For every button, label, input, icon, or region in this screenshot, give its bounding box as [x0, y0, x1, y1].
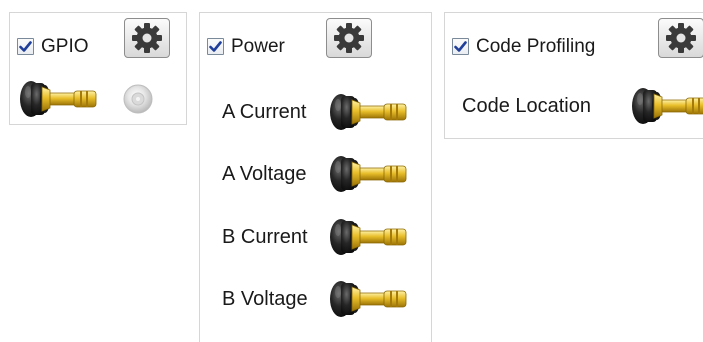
gpio-header: GPIO	[17, 26, 89, 66]
power-header: Power	[207, 26, 285, 66]
power-channel-row: A Voltage	[222, 153, 412, 195]
checkmark-icon	[454, 40, 467, 53]
probe-connector-icon[interactable]	[16, 78, 102, 120]
code-profiling-title: Code Profiling	[476, 35, 596, 57]
code-profiling-settings-button[interactable]	[658, 18, 703, 58]
gpio-probe-row	[16, 78, 102, 120]
power-channel-label: A Current	[222, 100, 307, 123]
power-enable-checkbox[interactable]	[207, 37, 224, 55]
gpio-settings-button[interactable]	[124, 18, 170, 58]
gear-icon	[664, 21, 698, 55]
checkmark-icon	[209, 40, 222, 53]
power-channel-label: A Voltage	[222, 162, 307, 185]
gear-icon	[332, 21, 366, 55]
code-profiling-channel-row: Code Location	[462, 85, 703, 127]
probe-connector-icon[interactable]	[326, 216, 412, 258]
power-title: Power	[231, 35, 285, 57]
gpio-panel: GPIO	[9, 12, 187, 125]
code-profiling-enable-checkbox[interactable]	[452, 37, 469, 55]
probe-connector-icon[interactable]	[326, 278, 412, 320]
checkmark-icon	[19, 40, 32, 53]
power-channel-row: B Voltage	[222, 278, 412, 320]
code-location-label: Code Location	[462, 94, 591, 117]
power-panel: Power A Current A Voltage B Current B Vo…	[199, 12, 432, 342]
gpio-enable-checkbox[interactable]	[17, 37, 34, 55]
power-channel-row: A Current	[222, 91, 412, 133]
gear-icon	[130, 21, 164, 55]
probe-connector-icon[interactable]	[628, 85, 703, 127]
led-indicator-icon	[123, 84, 153, 114]
probe-connector-icon[interactable]	[326, 153, 412, 195]
code-profiling-header: Code Profiling	[452, 26, 595, 66]
power-settings-button[interactable]	[326, 18, 372, 58]
power-channel-row: B Current	[222, 216, 412, 258]
power-channel-label: B Current	[222, 225, 308, 248]
power-channel-label: B Voltage	[222, 287, 308, 310]
gpio-title: GPIO	[41, 35, 89, 57]
code-profiling-panel: Code Profiling Code Location	[444, 12, 703, 139]
probe-connector-icon[interactable]	[326, 91, 412, 133]
